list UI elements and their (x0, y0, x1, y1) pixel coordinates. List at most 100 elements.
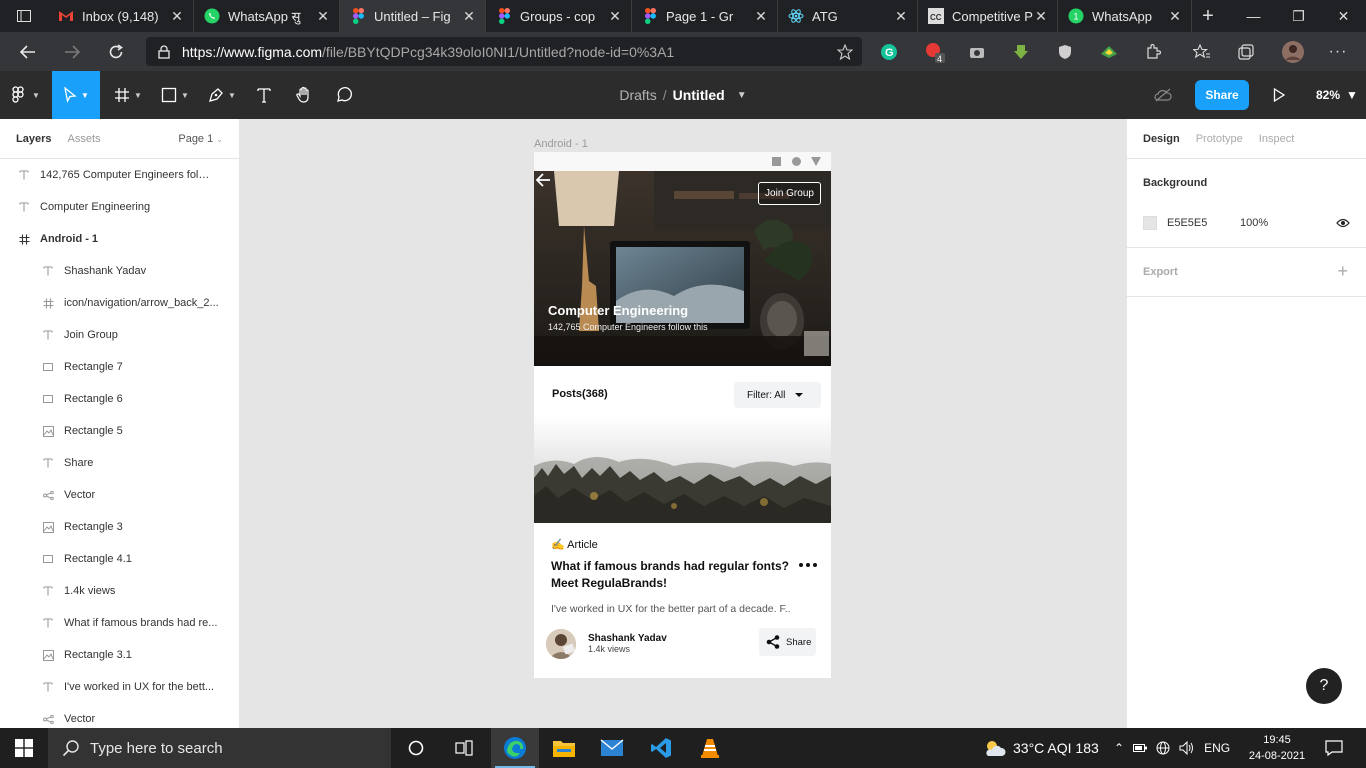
url-bar[interactable]: https://www.figma.com/file/BBYtQDPcg34k3… (146, 37, 862, 66)
tab-inspect[interactable]: Inspect (1259, 133, 1294, 145)
clock[interactable]: 19:45 24-08-2021 (1242, 732, 1312, 764)
forward-button[interactable] (50, 32, 94, 71)
eye-icon[interactable] (1336, 218, 1350, 228)
tab-assets[interactable]: Assets (67, 133, 100, 145)
hand-tool[interactable] (287, 71, 321, 119)
offline-icon[interactable] (1148, 71, 1178, 119)
file-title[interactable]: Untitled (673, 87, 725, 103)
browser-tab-competitive[interactable]: CC Competitive P ✕ (918, 0, 1058, 32)
filter-dropdown[interactable]: Filter: All (734, 382, 821, 408)
share-post-button[interactable]: Share (759, 628, 816, 656)
download-extension-icon[interactable] (1007, 32, 1035, 71)
layer-row[interactable]: Rectangle 3 (0, 511, 239, 543)
browser-tab-figma-untitled[interactable]: Untitled – Fig ✕ (340, 0, 486, 32)
zoom-control[interactable]: 82% ▼ (1316, 71, 1358, 119)
close-tab-icon[interactable]: ✕ (169, 8, 185, 25)
color-swatch[interactable] (1143, 216, 1157, 230)
notifications-icon[interactable] (1310, 728, 1358, 768)
layer-row[interactable]: Vector (0, 703, 239, 728)
battery-icon[interactable] (1133, 742, 1148, 754)
browser-tab-whatsapp[interactable]: WhatsApp सु ✕ (194, 0, 340, 32)
author-avatar[interactable] (546, 629, 576, 659)
tab-layers[interactable]: Layers (16, 133, 51, 145)
volume-icon[interactable] (1179, 741, 1195, 755)
author-name[interactable]: Shashank Yadav (588, 633, 667, 644)
edge-taskbar-icon[interactable] (491, 728, 539, 768)
post-title[interactable]: What if famous brands had regular fonts?… (551, 558, 791, 592)
taskbar-search[interactable]: Type here to search (48, 728, 391, 768)
layer-row[interactable]: Join Group (0, 319, 239, 351)
chevron-down-icon[interactable]: ▼ (737, 90, 747, 101)
add-favorite-icon[interactable] (828, 43, 862, 60)
frame-label[interactable]: Android - 1 (534, 138, 588, 150)
lock-icon[interactable] (146, 44, 182, 59)
camera-icon[interactable] (963, 32, 991, 71)
frame-tool[interactable]: ▼ (108, 71, 148, 119)
close-tab-icon[interactable]: ✕ (1033, 8, 1049, 25)
background-opacity[interactable]: 100% (1240, 217, 1336, 229)
vlc-icon[interactable] (686, 728, 734, 768)
layer-row[interactable]: Rectangle 6 (0, 383, 239, 415)
android-frame[interactable]: Join Group Computer Engineering 142,765 … (534, 152, 831, 678)
browser-tab-gmail[interactable]: Inbox (9,148) ✕ (48, 0, 194, 32)
layer-row[interactable]: I've worked in UX for the bett... (0, 671, 239, 703)
more-menu-icon[interactable]: ··· (1324, 32, 1352, 71)
layer-row[interactable]: What if famous brands had re... (0, 607, 239, 639)
arrow-back-icon[interactable] (534, 171, 552, 189)
layer-row[interactable]: Rectangle 5 (0, 415, 239, 447)
collections-icon[interactable] (1232, 32, 1260, 71)
browser-tab-atg[interactable]: ATG ✕ (778, 0, 918, 32)
cortana-icon[interactable] (392, 728, 440, 768)
layer-row[interactable]: Share (0, 447, 239, 479)
close-tab-icon[interactable]: ✕ (461, 8, 477, 25)
network-globe-icon[interactable] (1156, 741, 1170, 755)
extension-red-icon[interactable]: 4 (920, 32, 948, 71)
close-tab-icon[interactable]: ✕ (607, 8, 623, 25)
browser-tab-whatsapp-2[interactable]: 1 WhatsApp ✕ (1058, 0, 1192, 32)
browser-tab-figma-groups[interactable]: Groups - cop ✕ (486, 0, 632, 32)
layer-row[interactable]: Rectangle 7 (0, 351, 239, 383)
comment-tool[interactable] (327, 71, 361, 119)
help-button[interactable]: ? (1306, 668, 1342, 704)
shield-icon[interactable] (1051, 32, 1079, 71)
layer-row[interactable]: 142,765 Computer Engineers follo... (0, 159, 239, 191)
close-tab-icon[interactable]: ✕ (753, 8, 769, 25)
text-tool[interactable] (248, 71, 280, 119)
tab-design[interactable]: Design (1143, 133, 1180, 145)
join-group-button[interactable]: Join Group (758, 182, 821, 205)
export-heading[interactable]: Export (1143, 248, 1350, 296)
layer-row[interactable]: Computer Engineering (0, 191, 239, 223)
shape-tool[interactable]: ▼ (155, 71, 195, 119)
mail-icon[interactable] (588, 728, 636, 768)
close-tab-icon[interactable]: ✕ (1167, 8, 1183, 25)
grammarly-icon[interactable]: G (875, 32, 903, 71)
more-options-icon[interactable] (799, 563, 817, 567)
colorful-extension-icon[interactable] (1095, 32, 1123, 71)
start-button[interactable] (0, 728, 48, 768)
layer-row[interactable]: Vector (0, 479, 239, 511)
task-view-icon[interactable] (440, 728, 488, 768)
layer-row[interactable]: Rectangle 4.1 (0, 543, 239, 575)
file-explorer-icon[interactable] (540, 728, 588, 768)
close-window-icon[interactable]: ✕ (1321, 0, 1366, 32)
add-export-icon[interactable]: + (1337, 261, 1348, 282)
new-tab-button[interactable]: + (1192, 0, 1224, 32)
back-button[interactable] (6, 32, 50, 71)
main-menu-button[interactable]: ▼ (0, 71, 52, 119)
restore-icon[interactable]: ❐ (1276, 0, 1321, 32)
page-selector[interactable]: Page 1 ⌄ (178, 133, 223, 145)
reload-button[interactable] (94, 32, 138, 71)
present-button[interactable] (1266, 71, 1292, 119)
pen-tool[interactable]: ▼ (202, 71, 242, 119)
language-indicator[interactable]: ENG (1204, 741, 1230, 755)
weather-widget[interactable]: 33°C AQI 183 (982, 728, 1099, 768)
layer-row[interactable]: 1.4k views (0, 575, 239, 607)
breadcrumb-drafts[interactable]: Drafts (619, 87, 656, 103)
window-menu-icon[interactable] (0, 0, 48, 32)
extensions-puzzle-icon[interactable] (1139, 32, 1167, 71)
favorites-icon[interactable] (1188, 32, 1216, 71)
close-tab-icon[interactable]: ✕ (893, 8, 909, 25)
layer-row[interactable]: Android - 1 (0, 223, 239, 255)
layer-row[interactable]: Rectangle 3.1 (0, 639, 239, 671)
share-button[interactable]: Share (1195, 80, 1249, 110)
